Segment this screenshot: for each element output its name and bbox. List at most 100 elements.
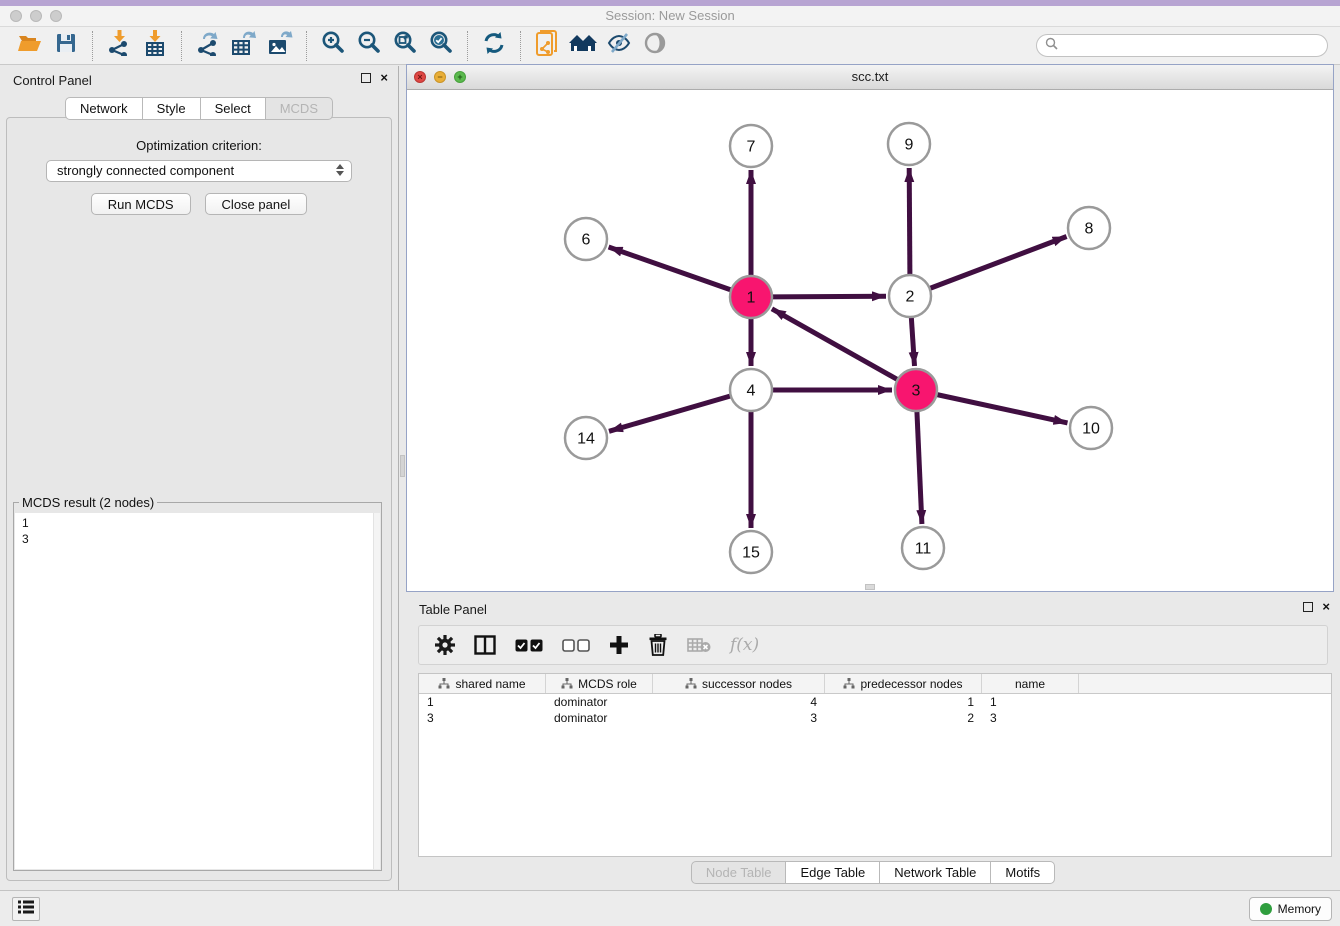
tab-style[interactable]: Style xyxy=(142,97,201,120)
network-minimize-icon[interactable]: − xyxy=(434,71,446,83)
delete-table-icon[interactable] xyxy=(687,637,711,653)
graph-edge-3-10[interactable] xyxy=(937,395,1068,423)
delete-column-icon[interactable] xyxy=(648,634,668,656)
task-history-button[interactable] xyxy=(12,897,40,921)
search-input[interactable] xyxy=(1063,39,1319,53)
split-panes-icon[interactable] xyxy=(474,635,496,655)
graph-node-6[interactable]: 6 xyxy=(565,218,607,260)
graph-edge-2-8[interactable] xyxy=(930,237,1067,289)
export-image-button[interactable] xyxy=(262,30,298,62)
save-session-button[interactable] xyxy=(48,30,84,62)
add-column-icon[interactable] xyxy=(609,635,629,655)
float-table-panel-icon[interactable] xyxy=(1303,602,1313,612)
graph-node-10[interactable]: 10 xyxy=(1070,407,1112,449)
column-header[interactable]: shared name xyxy=(419,674,546,693)
select-all-icon[interactable] xyxy=(515,639,543,652)
table-body[interactable]: 1dominator4113dominator323 xyxy=(419,694,1331,726)
column-header[interactable]: successor nodes xyxy=(653,674,825,693)
result-scrollbar[interactable] xyxy=(373,513,380,869)
table-cell[interactable]: 1 xyxy=(825,694,982,710)
graph-edge-2-3[interactable] xyxy=(911,317,914,366)
graph-edge-1-6[interactable] xyxy=(609,247,732,290)
export-table-button[interactable] xyxy=(226,30,262,62)
search-field[interactable] xyxy=(1036,34,1328,57)
table-cell[interactable]: 2 xyxy=(825,710,982,726)
close-panel-button[interactable]: Close panel xyxy=(205,193,308,215)
tab-motifs[interactable]: Motifs xyxy=(990,861,1055,884)
memory-button[interactable]: Memory xyxy=(1249,897,1332,921)
table-cell[interactable]: 3 xyxy=(982,710,1079,726)
network-close-icon[interactable]: × xyxy=(414,71,426,83)
home-layout-button[interactable] xyxy=(565,30,601,62)
tab-network[interactable]: Network xyxy=(65,97,143,120)
panel-splitter-handle[interactable] xyxy=(400,455,405,477)
table-cell[interactable]: 1 xyxy=(419,694,546,710)
run-mcds-button[interactable]: Run MCDS xyxy=(91,193,191,215)
import-network-button[interactable] xyxy=(101,30,137,62)
table-cell[interactable]: 3 xyxy=(653,710,825,726)
table-cell[interactable]: dominator xyxy=(546,710,653,726)
close-panel-icon[interactable]: × xyxy=(380,73,388,83)
refresh-button[interactable] xyxy=(476,30,512,62)
close-table-panel-icon[interactable]: × xyxy=(1322,602,1330,612)
graph-node-2[interactable]: 2 xyxy=(889,275,931,317)
zoom-fit-button[interactable] xyxy=(387,30,423,62)
zoom-in-button[interactable] xyxy=(315,30,351,62)
table-cell[interactable]: 1 xyxy=(982,694,1079,710)
network-canvas[interactable]: 7 9 6 8 1 2 4 3 14 10 15 11 xyxy=(407,90,1333,591)
tab-node-table[interactable]: Node Table xyxy=(691,861,787,884)
window-traffic-lights[interactable] xyxy=(10,10,62,22)
mcds-result-area[interactable]: 1 3 xyxy=(15,513,380,869)
graph-node-3[interactable]: 3 xyxy=(895,369,937,411)
tab-edge-table[interactable]: Edge Table xyxy=(785,861,880,884)
gear-icon[interactable] xyxy=(435,635,455,655)
home-layout-icon xyxy=(568,31,598,60)
tab-mcds[interactable]: MCDS xyxy=(265,97,333,120)
graph-node-9[interactable]: 9 xyxy=(888,123,930,165)
tab-network-table[interactable]: Network Table xyxy=(879,861,991,884)
zoom-selected-button[interactable] xyxy=(423,30,459,62)
graph-node-7[interactable]: 7 xyxy=(730,125,772,167)
column-header[interactable]: name xyxy=(982,674,1079,693)
minimize-window-icon[interactable] xyxy=(30,10,42,22)
network-window-titlebar[interactable]: × − + scc.txt xyxy=(407,65,1333,90)
table-row[interactable]: 3dominator323 xyxy=(419,710,1331,726)
maximize-window-icon[interactable] xyxy=(50,10,62,22)
open-session-button[interactable] xyxy=(12,30,48,62)
graph-edge-2-9[interactable] xyxy=(909,168,910,275)
application-window: Session: New Session xyxy=(0,0,1340,926)
function-builder-icon[interactable]: f(x) xyxy=(730,635,759,655)
node-table[interactable]: shared nameMCDS rolesuccessor nodesprede… xyxy=(418,673,1332,857)
export-network-button[interactable] xyxy=(190,30,226,62)
table-cell[interactable]: 4 xyxy=(653,694,825,710)
column-header[interactable]: MCDS role xyxy=(546,674,653,693)
close-window-icon[interactable] xyxy=(10,10,22,22)
column-header[interactable]: predecessor nodes xyxy=(825,674,982,693)
table-cell[interactable]: dominator xyxy=(546,694,653,710)
canvas-resize-grip[interactable] xyxy=(865,584,875,590)
import-table-button[interactable] xyxy=(137,30,173,62)
graph-node-14[interactable]: 14 xyxy=(565,417,607,459)
criterion-dropdown[interactable]: strongly connected component xyxy=(46,160,352,182)
graph-edge-3-1[interactable] xyxy=(772,309,898,380)
graph-edge-1-2[interactable] xyxy=(772,296,886,297)
hide-selected-button[interactable] xyxy=(601,30,637,62)
graph-node-8[interactable]: 8 xyxy=(1068,207,1110,249)
graph-edge-3-11[interactable] xyxy=(917,411,922,524)
network-graph[interactable]: 7 9 6 8 1 2 4 3 14 10 15 11 xyxy=(407,90,1333,591)
graph-node-11[interactable]: 11 xyxy=(902,527,944,569)
network-maximize-icon[interactable]: + xyxy=(454,71,466,83)
float-panel-icon[interactable] xyxy=(361,73,371,83)
zoom-out-button[interactable] xyxy=(351,30,387,62)
table-cell[interactable]: 3 xyxy=(419,710,546,726)
table-row[interactable]: 1dominator411 xyxy=(419,694,1331,710)
graph-node-4[interactable]: 4 xyxy=(730,369,772,411)
graph-node-1[interactable]: 1 xyxy=(730,276,772,318)
graph-edge-4-14[interactable] xyxy=(609,396,731,431)
graph-node-15[interactable]: 15 xyxy=(730,531,772,573)
deselect-all-icon[interactable] xyxy=(562,639,590,652)
table-header-row[interactable]: shared nameMCDS rolesuccessor nodesprede… xyxy=(419,674,1331,694)
tab-select[interactable]: Select xyxy=(200,97,266,120)
show-all-button[interactable] xyxy=(637,30,673,62)
clone-network-button[interactable] xyxy=(529,30,565,62)
